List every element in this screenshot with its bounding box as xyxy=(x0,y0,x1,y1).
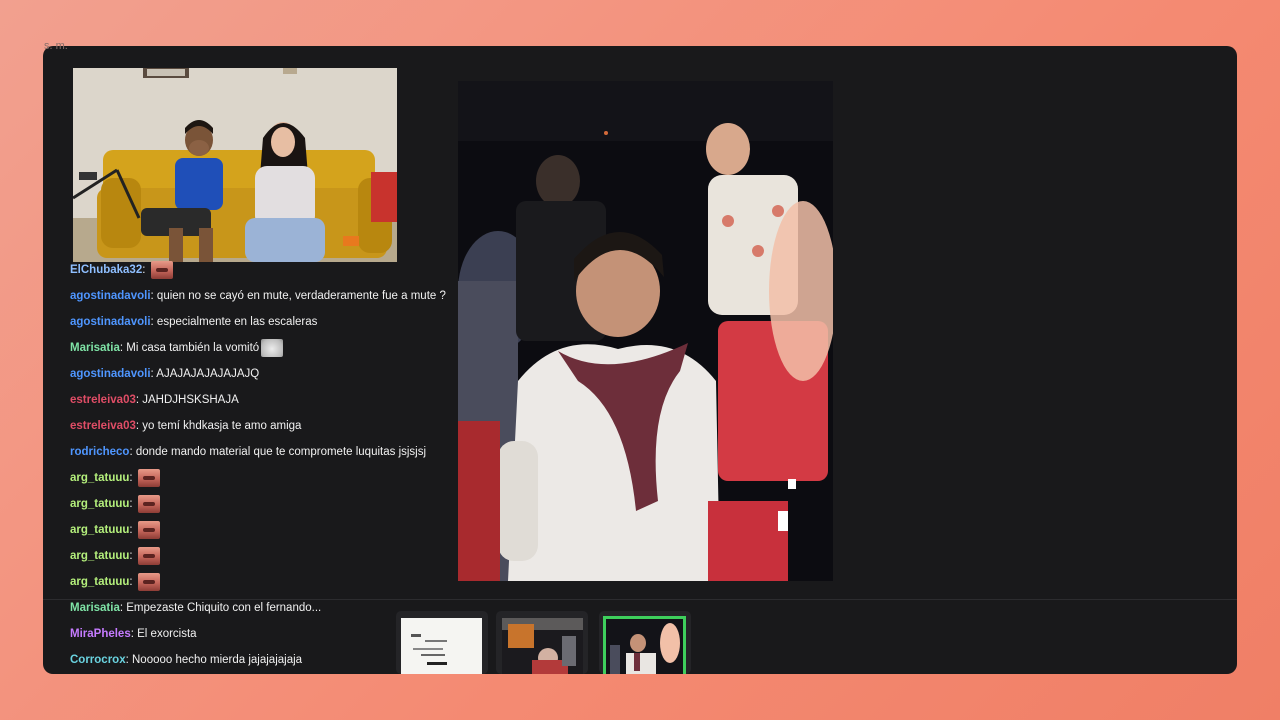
mouth-emote-icon xyxy=(137,494,160,513)
chat-username[interactable]: arg_tatuuu xyxy=(70,498,129,510)
chat-message: Marisatia: Mi casa también la vomitó xyxy=(70,337,284,359)
chat-username[interactable]: rodricheco xyxy=(70,446,129,458)
chat-text: JAHDJHSKSHAJA xyxy=(142,394,239,406)
mouth-emote-icon xyxy=(137,468,160,487)
chat-message: arg_tatuuu: xyxy=(70,519,160,541)
chat-message: estreleiva03: JAHDJHSKSHAJA xyxy=(70,389,239,411)
chat-message: arg_tatuuu: xyxy=(70,493,160,515)
chat-username[interactable]: agostinadavoli xyxy=(70,368,151,380)
divider xyxy=(43,599,1237,600)
chat-username[interactable]: arg_tatuuu xyxy=(70,550,129,562)
chat-separator: : xyxy=(129,472,136,484)
chat-username[interactable]: Corrocrox xyxy=(70,654,126,666)
chat-text: Nooooo hecho mierda jajajajajaja xyxy=(132,654,303,666)
thumbnail-document[interactable] xyxy=(401,618,482,674)
chat-message: MiraPheles: El exorcista xyxy=(70,623,197,645)
chat-username[interactable]: Marisatia xyxy=(70,602,120,614)
chat-message: ElChubaka32: xyxy=(70,259,173,281)
chat-text: Empezaste Chiquito con el fernando... xyxy=(126,602,322,614)
chat-text: especialmente en las escaleras xyxy=(156,316,318,328)
chat-message: rodricheco: donde mando material que te … xyxy=(70,441,426,463)
stream-window: ElChubaka32: agostinadavoli: quien no se… xyxy=(43,46,1237,674)
chat-separator: : xyxy=(142,264,149,276)
chat-text: quien no se cayó en mute, verdaderamente… xyxy=(156,290,446,302)
chat-message: arg_tatuuu: xyxy=(70,545,160,567)
window-title-fragment: s. m. xyxy=(44,40,68,52)
chat-text: El exorcista xyxy=(137,628,197,640)
chat-separator: : xyxy=(129,524,136,536)
chat-username[interactable]: estreleiva03 xyxy=(70,420,136,432)
chat-separator: : xyxy=(129,550,136,562)
chat-username[interactable]: ElChubaka32 xyxy=(70,264,142,276)
main-photo-viewer xyxy=(458,81,833,581)
chat-message: arg_tatuuu: xyxy=(70,467,160,489)
chat-text: AJAJAJAJAJAJAJQ xyxy=(156,368,260,380)
mouth-emote-icon xyxy=(150,260,173,279)
chat-message: agostinadavoli: AJAJAJAJAJAJAJQ xyxy=(70,363,259,385)
chat-username[interactable]: arg_tatuuu xyxy=(70,576,129,588)
chat-username[interactable]: agostinadavoli xyxy=(70,316,151,328)
chat-separator: : xyxy=(129,576,136,588)
chat-message: Marisatia: Empezaste Chiquito con el fer… xyxy=(70,597,321,619)
chat-message: agostinadavoli: quien no se cayó en mute… xyxy=(70,285,446,307)
chat-text: Mi casa también la vomitó xyxy=(126,342,260,354)
chat-message: arg_tatuuu: xyxy=(70,571,160,593)
thumbnail-dance-selected[interactable] xyxy=(603,616,686,674)
cat-emote-icon xyxy=(261,338,284,357)
chat-separator: : xyxy=(129,498,136,510)
chat-message: estreleiva03: yo temí khdkasja te amo am… xyxy=(70,415,301,437)
chat-username[interactable]: Marisatia xyxy=(70,342,120,354)
chat-username[interactable]: agostinadavoli xyxy=(70,290,151,302)
chat-username[interactable]: MiraPheles xyxy=(70,628,131,640)
chat-message: Corrocrox: Nooooo hecho mierda jajajajaj… xyxy=(70,649,302,671)
chat-username[interactable]: arg_tatuuu xyxy=(70,472,129,484)
thumbnail-party[interactable] xyxy=(502,618,583,674)
webcam-feed xyxy=(73,68,397,262)
chat-text: donde mando material que te compromete l… xyxy=(135,446,427,458)
chat-username[interactable]: arg_tatuuu xyxy=(70,524,129,536)
chat-username[interactable]: estreleiva03 xyxy=(70,394,136,406)
chat-message: agostinadavoli: especialmente en las esc… xyxy=(70,311,317,333)
mouth-emote-icon xyxy=(137,520,160,539)
mouth-emote-icon xyxy=(137,546,160,565)
chat-text: yo temí khdkasja te amo amiga xyxy=(142,420,302,432)
mouth-emote-icon xyxy=(137,572,160,591)
